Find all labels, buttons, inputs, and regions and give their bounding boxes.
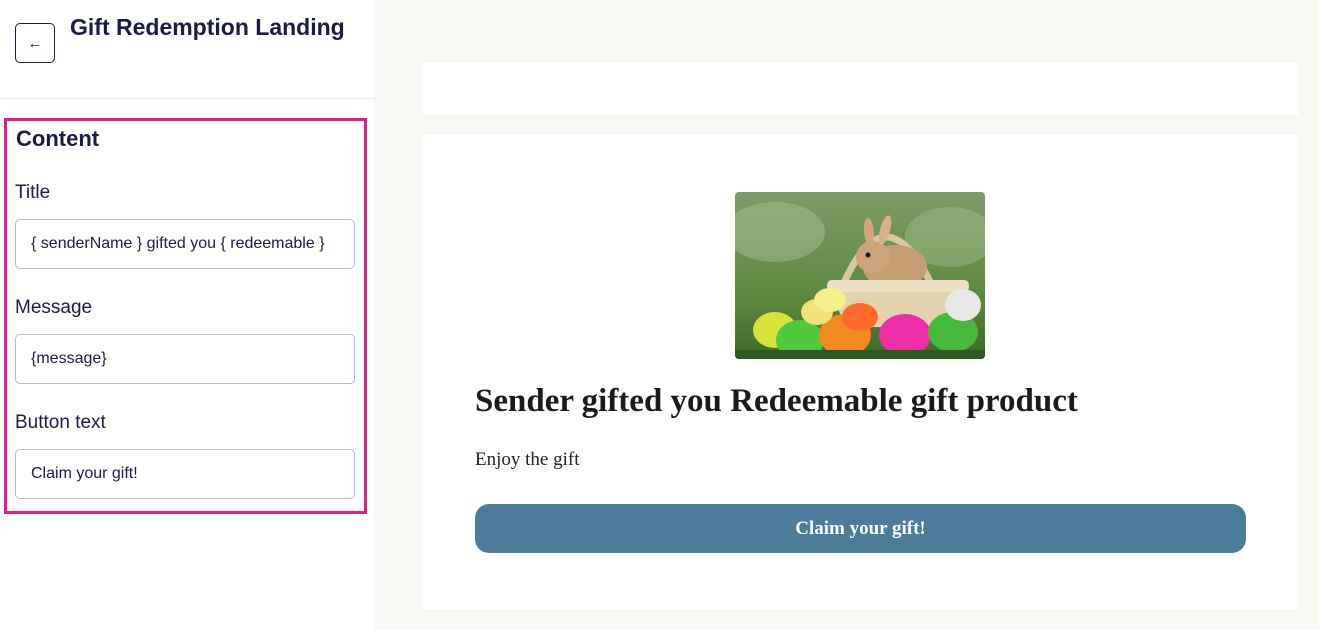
content-panel: Content Title { senderName } gifted you … <box>4 118 367 514</box>
editor-sidebar: ← Gift Redemption Landing Content Title … <box>0 0 375 630</box>
claim-gift-button[interactable]: Claim your gift! <box>475 504 1246 553</box>
button-text-field-label: Button text <box>15 412 106 433</box>
arrow-left-icon: ← <box>27 34 43 52</box>
preview-header-block <box>423 63 1298 115</box>
title-input[interactable]: { senderName } gifted you { redeemable } <box>15 219 355 269</box>
message-field-label: Message <box>15 297 93 318</box>
preview-message: Enjoy the gift <box>475 449 580 470</box>
preview-card: Sender gifted you Redeemable gift produc… <box>423 135 1298 609</box>
preview-title: Sender gifted you Redeemable gift produc… <box>475 383 1078 419</box>
section-heading: Content <box>16 126 100 151</box>
preview-pane: Sender gifted you Redeemable gift produc… <box>375 0 1319 630</box>
back-button[interactable]: ← <box>15 23 55 63</box>
easter-bunny-image <box>735 192 985 359</box>
page-title: Gift Redemption Landing <box>70 14 345 40</box>
title-field-label: Title <box>15 182 51 203</box>
sidebar-header: ← Gift Redemption Landing <box>0 0 375 99</box>
button-text-input[interactable]: Claim your gift! <box>15 449 355 499</box>
message-input[interactable]: {message} <box>15 334 355 384</box>
